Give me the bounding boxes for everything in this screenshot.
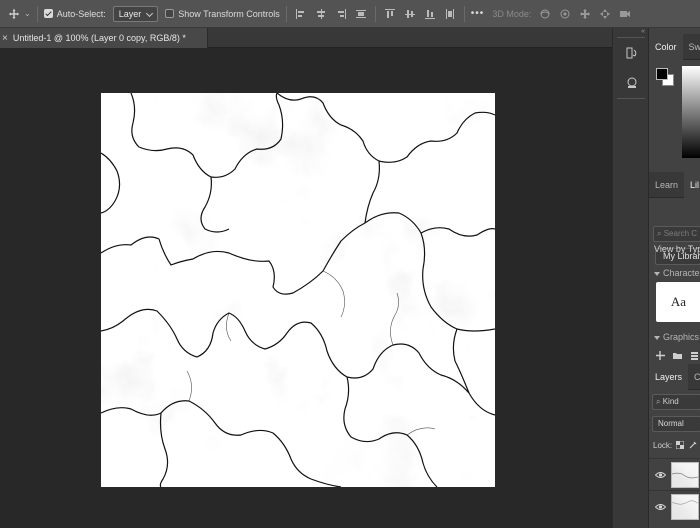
foreground-color-swatch[interactable] bbox=[656, 68, 668, 80]
slide-3d-icon[interactable] bbox=[597, 6, 613, 22]
move-tool-icon[interactable]: ⌄ bbox=[6, 6, 31, 22]
auto-select-target-select[interactable]: Layer bbox=[112, 5, 159, 22]
disclosure-triangle-icon bbox=[654, 335, 660, 340]
blend-mode-select[interactable]: Normal bbox=[652, 416, 700, 432]
more-options-button[interactable]: ••• bbox=[471, 8, 485, 19]
folder-icon[interactable] bbox=[672, 350, 683, 361]
distribute-vertical-icon[interactable] bbox=[442, 6, 458, 22]
tab-swatches[interactable]: Sw bbox=[683, 34, 700, 60]
chevron-down-icon[interactable]: ⌄ bbox=[24, 9, 31, 18]
layer-thumbnail bbox=[671, 493, 699, 520]
align-bottom-icon[interactable] bbox=[422, 6, 438, 22]
lock-row: Lock: bbox=[653, 438, 700, 452]
add-icon[interactable] bbox=[655, 350, 666, 361]
align-vertical-center-icon[interactable] bbox=[402, 6, 418, 22]
tab-channels[interactable]: C bbox=[688, 364, 700, 390]
3d-mode-label: 3D Mode: bbox=[492, 8, 532, 19]
show-transform-controls-checkbox[interactable]: Show Transform Controls bbox=[165, 9, 280, 19]
graphics-header-label: Graphics bbox=[663, 332, 700, 342]
tab-color[interactable]: Color bbox=[649, 34, 683, 60]
lock-transparent-icon[interactable] bbox=[676, 441, 685, 449]
character-style-thumbnail[interactable]: Aa bbox=[656, 282, 700, 322]
align-left-icon[interactable] bbox=[293, 6, 309, 22]
orbit-3d-icon[interactable] bbox=[537, 6, 553, 22]
strip-divider bbox=[617, 98, 645, 99]
layer-row[interactable] bbox=[649, 458, 700, 490]
panel-icon-strip: « bbox=[612, 28, 648, 528]
visibility-eye-icon[interactable] bbox=[649, 471, 671, 479]
auto-select-target-value: Layer bbox=[118, 8, 142, 19]
layer-thumbnail bbox=[671, 461, 699, 488]
stack-icon[interactable] bbox=[689, 350, 700, 361]
tab-libraries[interactable]: Lil bbox=[684, 172, 700, 198]
document-canvas[interactable] bbox=[101, 93, 495, 487]
layers-panel-tabs: Layers C bbox=[649, 364, 700, 390]
toolbar-separator bbox=[36, 5, 38, 22]
show-transform-controls-label: Show Transform Controls bbox=[178, 8, 280, 19]
close-tab-icon[interactable]: × bbox=[2, 33, 8, 44]
auto-select-checkbox[interactable]: Auto-Select: bbox=[43, 8, 106, 19]
lock-pixels-icon[interactable] bbox=[689, 441, 697, 449]
show-transform-controls-check[interactable] bbox=[165, 9, 175, 18]
view-by-type-label[interactable]: View by Type bbox=[654, 244, 700, 254]
graphics-section-header[interactable]: Graphics bbox=[649, 332, 700, 346]
canvas-area[interactable] bbox=[0, 48, 612, 528]
tab-layers[interactable]: Layers bbox=[649, 364, 689, 390]
video-camera-3d-icon[interactable] bbox=[617, 6, 633, 22]
auto-select-label: Auto-Select: bbox=[56, 8, 106, 19]
characters-section-header[interactable]: Character bbox=[649, 268, 700, 282]
color-picker-field[interactable] bbox=[682, 66, 700, 158]
toolbar-separator bbox=[374, 5, 376, 22]
options-bar: ⌄ Auto-Select: Layer Show Transform Cont… bbox=[0, 0, 700, 28]
document-tab[interactable]: × Untitled-1 @ 100% (Layer 0 copy, RGB/8… bbox=[0, 28, 208, 48]
library-actions bbox=[655, 348, 700, 362]
lock-label: Lock: bbox=[653, 440, 673, 450]
disclosure-triangle-icon bbox=[654, 271, 660, 276]
document-tab-title: Untitled-1 @ 100% (Layer 0 copy, RGB/8) … bbox=[12, 33, 186, 43]
color-panel-tabs: Color Sw bbox=[649, 34, 700, 60]
tab-learn[interactable]: Learn bbox=[649, 172, 684, 198]
right-panels: Color Sw Learn Lil ⌕ Search C My Library… bbox=[648, 28, 700, 528]
align-right-icon[interactable] bbox=[333, 6, 349, 22]
document-tab-bar: × Untitled-1 @ 100% (Layer 0 copy, RGB/8… bbox=[0, 28, 612, 48]
characters-header-label: Character bbox=[663, 268, 700, 278]
history-icon[interactable] bbox=[621, 42, 643, 64]
layer-kind-filter[interactable]: ⌕ Kind bbox=[652, 394, 700, 410]
libraries-search-placeholder: Search C bbox=[663, 229, 698, 238]
pan-3d-icon[interactable] bbox=[577, 6, 593, 22]
search-icon: ⌕ bbox=[657, 229, 662, 238]
toolbar-separator bbox=[285, 5, 287, 22]
toolbar-separator bbox=[463, 5, 465, 22]
distribute-horizontal-icon[interactable] bbox=[353, 6, 369, 22]
properties-icon[interactable] bbox=[621, 72, 643, 94]
search-icon: ⌕ bbox=[656, 397, 661, 406]
layer-row[interactable] bbox=[649, 490, 700, 522]
libraries-search-input[interactable]: ⌕ Search C bbox=[653, 226, 700, 242]
collapse-panels-button[interactable]: « bbox=[613, 28, 649, 36]
libraries-panel-tabs: Learn Lil bbox=[649, 172, 700, 198]
visibility-eye-icon[interactable] bbox=[649, 503, 671, 511]
align-horizontal-center-icon[interactable] bbox=[313, 6, 329, 22]
auto-select-check[interactable] bbox=[43, 9, 53, 18]
roll-3d-icon[interactable] bbox=[557, 6, 573, 22]
strip-divider bbox=[617, 37, 645, 38]
layer-kind-label: Kind bbox=[662, 397, 679, 406]
marble-texture-image bbox=[101, 93, 495, 487]
align-top-icon[interactable] bbox=[382, 6, 398, 22]
